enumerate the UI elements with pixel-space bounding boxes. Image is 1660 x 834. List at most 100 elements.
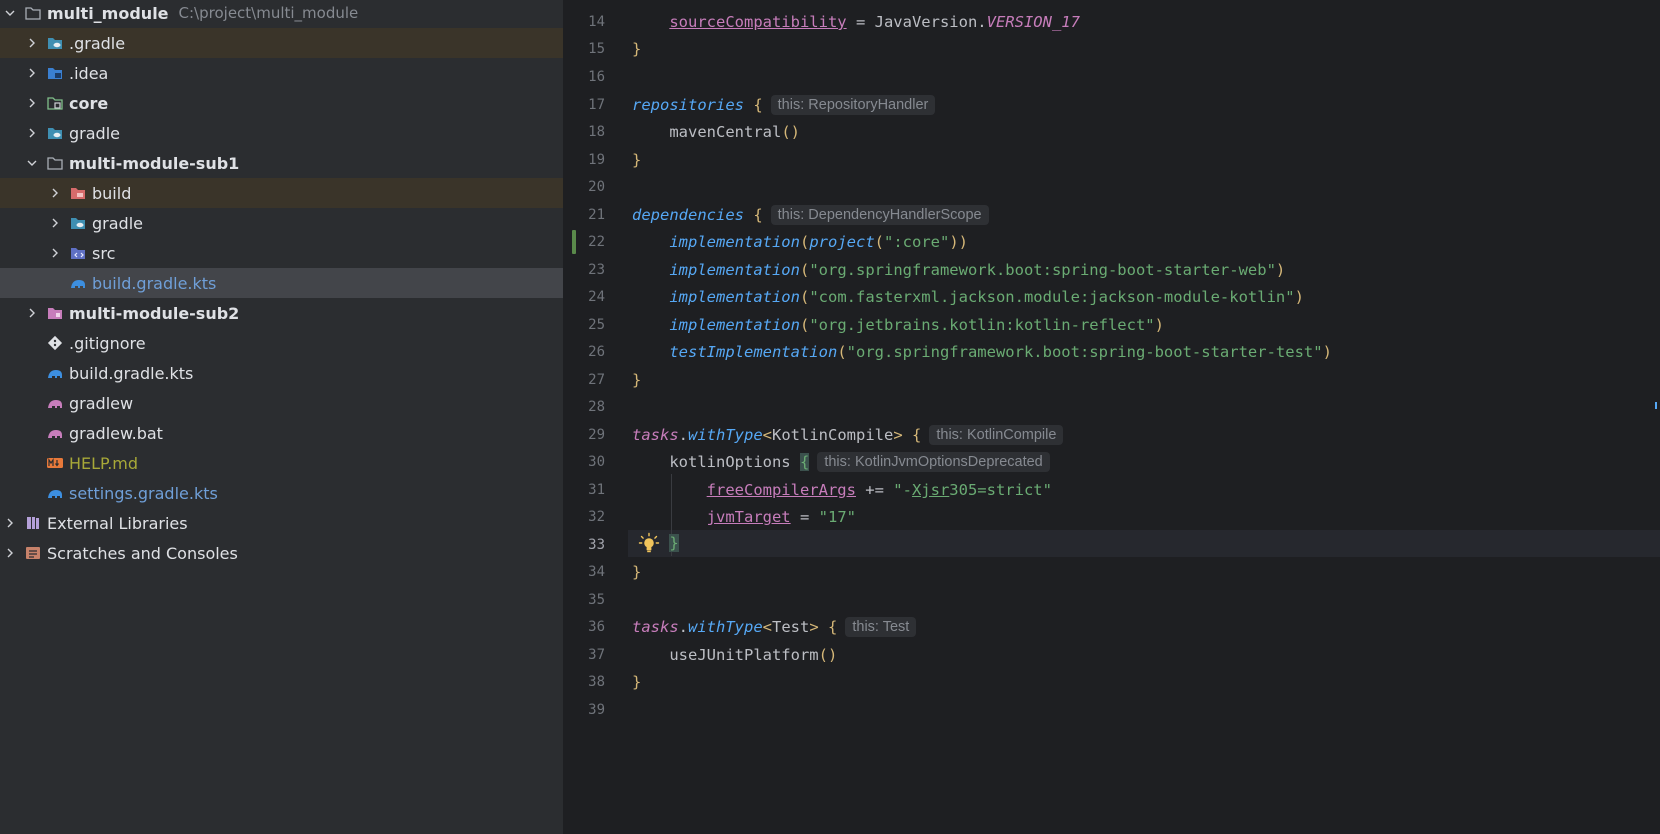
tree-item-external-libraries[interactable]: External Libraries [0, 508, 563, 538]
chevron-right-icon[interactable] [2, 515, 18, 531]
code-token: tasks [632, 426, 679, 444]
inlay-hint[interactable]: this: Test [845, 617, 917, 637]
line-number: 35 [588, 592, 605, 608]
code-line[interactable]: mavenCentral() [632, 119, 800, 146]
tree-item-gradlew[interactable]: gradlew [0, 388, 563, 418]
chevron-right-icon[interactable] [24, 65, 40, 81]
code-line[interactable]: implementation("com.fasterxml.jackson.mo… [632, 284, 1304, 311]
code-line[interactable]: implementation("org.springframework.boot… [632, 257, 1285, 284]
inlay-hint[interactable]: this: DependencyHandlerScope [770, 205, 989, 225]
chevron-right-icon[interactable] [24, 35, 40, 51]
tree-item-gitignore[interactable]: .gitignore [0, 328, 563, 358]
code-line[interactable]: } [632, 669, 641, 696]
code-line[interactable]: tasks.withType<KotlinCompile> {this: Kot… [632, 422, 1064, 449]
line-number: 17 [588, 97, 605, 113]
code-token: implementation [669, 261, 800, 279]
chevron-right-icon[interactable] [47, 245, 63, 261]
inlay-hint[interactable]: this: KotlinJvmOptionsDeprecated [817, 452, 1050, 472]
code-token: = JavaVersion. [846, 13, 987, 31]
excluded-folder-icon [69, 184, 87, 202]
tree-item-multi-module-sub1[interactable]: multi-module-sub1 [0, 148, 563, 178]
code-line[interactable]: kotlinOptions {this: KotlinJvmOptionsDep… [632, 449, 1050, 476]
tree-item-dot-gradle[interactable]: .gradle [0, 28, 563, 58]
tree-item-label: External Libraries [47, 513, 188, 533]
tree-item-build-gradle-kts[interactable]: build.gradle.kts [0, 358, 563, 388]
code-line[interactable]: useJUnitPlatform() [632, 642, 837, 669]
code-token: jvmTarget [706, 508, 791, 526]
tree-item-label: gradle [92, 213, 143, 233]
tree-item-sub1-gradle[interactable]: gradle [0, 208, 563, 238]
tree-item-label: .gitignore [69, 333, 146, 353]
chevron-right-icon[interactable] [24, 95, 40, 111]
line-number: 15 [588, 41, 605, 57]
code-line[interactable]: } [632, 559, 641, 586]
code-line[interactable]: implementation("org.jetbrains.kotlin:kot… [632, 312, 1164, 339]
line-number: 31 [588, 482, 605, 498]
scratches-icon [24, 544, 42, 562]
code-token: } [632, 673, 642, 691]
code-token: withType [688, 618, 763, 636]
line-number: 38 [588, 674, 605, 690]
tree-item-label: gradlew [69, 393, 134, 413]
code-line[interactable]: tasks.withType<Test> {this: Test [632, 614, 917, 641]
code-token: repositories [632, 96, 744, 114]
code-line[interactable]: sourceCompatibility = JavaVersion.VERSIO… [632, 9, 1080, 36]
library-icon [24, 514, 42, 532]
chevron-right-icon[interactable] [24, 305, 40, 321]
code-line[interactable]: repositories {this: RepositoryHandler [632, 92, 936, 119]
tree-item-idea[interactable]: .idea [0, 58, 563, 88]
code-token: "org.jetbrains.kotlin:kotlin-reflect" [809, 316, 1155, 334]
code-token: dependencies [632, 206, 744, 224]
code-token: += [855, 481, 894, 499]
tree-item-gradle[interactable]: gradle [0, 118, 563, 148]
module-folder-icon [46, 304, 64, 322]
tree-item-settings-gradle-kts[interactable]: settings.gradle.kts [0, 478, 563, 508]
tree-item-multi-module-sub2[interactable]: multi-module-sub2 [0, 298, 563, 328]
line-number: 28 [588, 399, 605, 415]
scrollbar-marker[interactable] [1655, 402, 1657, 409]
code-token: tasks [632, 618, 679, 636]
code-token: "com.fasterxml.jackson.module:jackson-mo… [809, 288, 1295, 306]
line-number: 18 [588, 124, 605, 140]
gradle-folder-icon [46, 124, 64, 142]
tree-item-sub1-build-gradle-kts[interactable]: build.gradle.kts [0, 268, 563, 298]
chevron-right-icon[interactable] [47, 215, 63, 231]
gradle-elephant-icon [69, 274, 87, 292]
gradle-folder-icon [46, 34, 64, 52]
chevron-down-icon[interactable] [2, 5, 18, 21]
lightbulb-icon[interactable] [638, 532, 660, 554]
tree-root[interactable]: multi_module C:\project\multi_module [0, 0, 563, 28]
code-token: useJUnitPlatform [669, 646, 819, 664]
code-token: = [790, 508, 819, 526]
chevron-right-icon[interactable] [47, 185, 63, 201]
line-number: 32 [588, 509, 605, 525]
code-line[interactable]: implementation(project(":core")) [632, 229, 968, 256]
tree-item-build[interactable]: build [0, 178, 563, 208]
tree-item-help-md[interactable]: HELP.md [0, 448, 563, 478]
code-token: } [632, 40, 642, 58]
line-number: 30 [588, 454, 605, 470]
tree-item-src[interactable]: src [0, 238, 563, 268]
chevron-right-icon[interactable] [24, 125, 40, 141]
code-token: implementation [669, 233, 800, 251]
code-line[interactable]: freeCompilerArgs += "-Xjsr305=strict" [632, 477, 1052, 504]
inlay-hint[interactable]: this: KotlinCompile [929, 425, 1064, 445]
tree-item-gradlew-bat[interactable]: gradlew.bat [0, 418, 563, 448]
code-line[interactable]: jvmTarget = "17" [632, 504, 856, 531]
tree-item-core[interactable]: core [0, 88, 563, 118]
inlay-hint[interactable]: this: RepositoryHandler [770, 95, 936, 115]
code-token: project [809, 233, 875, 251]
code-line[interactable]: dependencies {this: DependencyHandlerSco… [632, 202, 989, 229]
chevron-down-icon[interactable] [24, 155, 40, 171]
code-line[interactable]: } [632, 36, 641, 63]
code-token: "org.springframework.boot:spring-boot-st… [846, 343, 1323, 361]
code-line[interactable]: testImplementation("org.springframework.… [632, 339, 1332, 366]
code-line[interactable]: } [632, 147, 641, 174]
code-line[interactable]: } [632, 367, 641, 394]
tree-item-scratches-and-consoles[interactable]: Scratches and Consoles [0, 538, 563, 568]
chevron-right-icon[interactable] [2, 545, 18, 561]
line-number: 25 [588, 317, 605, 333]
line-number: 20 [588, 179, 605, 195]
code-token: } [632, 151, 642, 169]
tree-item-label: gradlew.bat [69, 423, 163, 443]
